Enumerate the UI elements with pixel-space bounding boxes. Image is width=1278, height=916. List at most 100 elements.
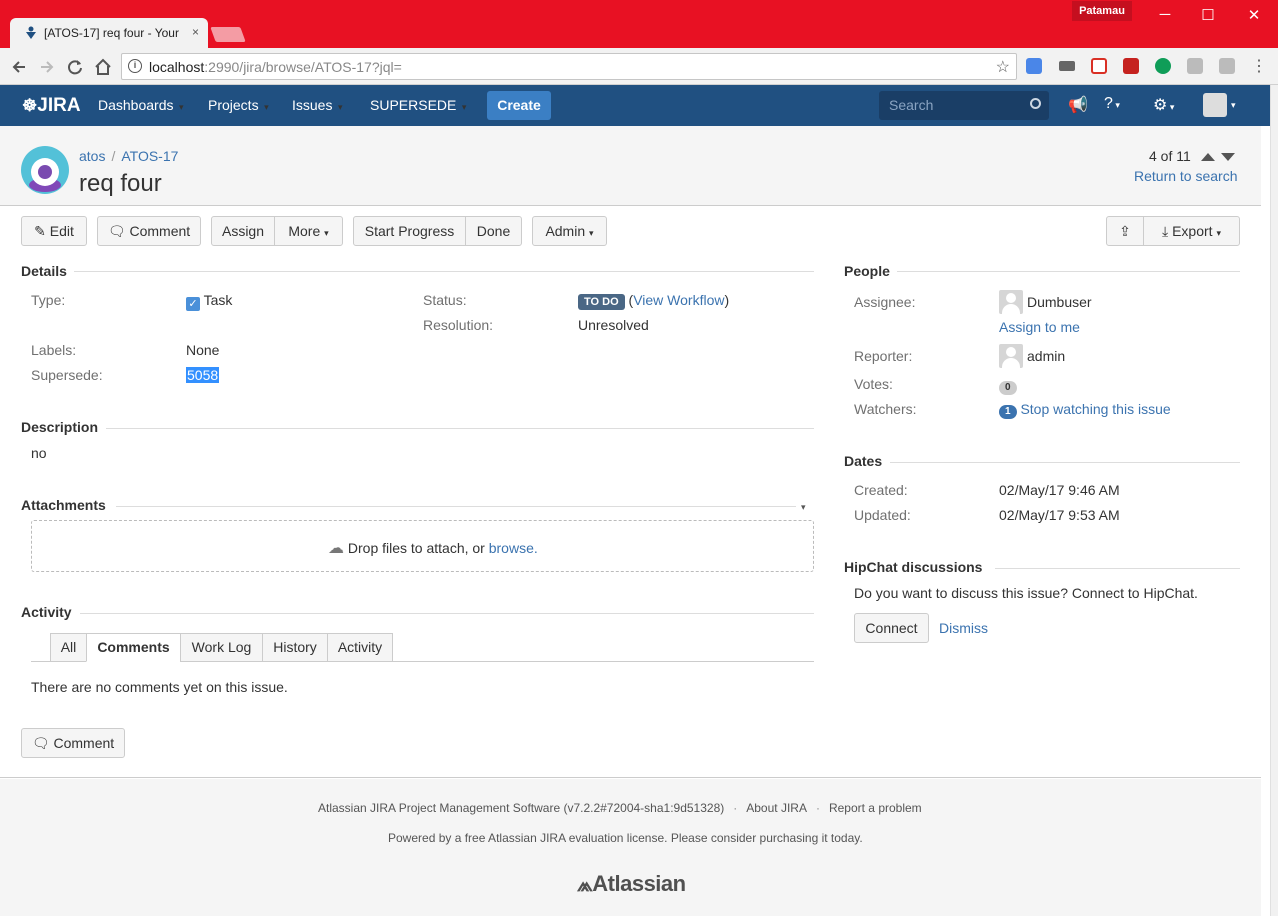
view-workflow-link[interactable]: View Workflow — [633, 292, 724, 308]
assignee-value[interactable]: Dumbuser — [1027, 294, 1092, 310]
next-issue-icon[interactable] — [1220, 153, 1235, 162]
votes-badge: 0 — [999, 381, 1017, 395]
home-icon[interactable] — [93, 57, 113, 77]
reporter-avatar — [999, 344, 1023, 368]
address-bar[interactable]: i localhost:2990/jira/browse/ATOS-17?jql… — [121, 53, 1017, 80]
browser-tab[interactable]: [ATOS-17] req four - Your × — [10, 18, 208, 49]
labels-value[interactable]: None — [186, 342, 219, 358]
assign-button[interactable]: Assign — [211, 216, 275, 246]
previous-issue-icon[interactable] — [1200, 153, 1215, 162]
reload-icon[interactable] — [65, 57, 85, 77]
site-info-icon[interactable]: i — [128, 59, 142, 73]
assign-to-me-link[interactable]: Assign to me — [999, 319, 1080, 335]
start-progress-button[interactable]: Start Progress — [353, 216, 466, 246]
gmail-extension-icon[interactable] — [1091, 58, 1107, 74]
description-heading[interactable]: Description — [21, 419, 98, 435]
return-to-search-link[interactable]: Return to search — [1134, 168, 1238, 184]
nav-issues[interactable]: Issues ▾ — [292, 97, 343, 113]
reporter-label: Reporter: — [854, 348, 913, 364]
dismiss-link[interactable]: Dismiss — [939, 620, 988, 636]
done-button[interactable]: Done — [465, 216, 522, 246]
footer-software-link[interactable]: Atlassian JIRA Project Management Softwa… — [318, 801, 724, 815]
no-comments-text: There are no comments yet on this issue. — [31, 679, 288, 695]
jira-logo[interactable]: ☸JIRA — [22, 95, 81, 117]
reporter-value[interactable]: admin — [1027, 348, 1065, 364]
hangouts-extension-icon[interactable] — [1155, 58, 1171, 74]
settings-gear-icon[interactable]: ⚙ ▾ — [1153, 95, 1174, 115]
back-icon[interactable] — [9, 57, 29, 77]
tab-history[interactable]: History — [262, 633, 328, 662]
page-scrollbar[interactable] — [1270, 85, 1278, 916]
add-comment-button[interactable]: 🗨 Comment — [21, 728, 125, 758]
tab-close-icon[interactable]: × — [192, 25, 199, 39]
url-text[interactable]: localhost:2990/jira/browse/ATOS-17?jql= — [149, 59, 402, 75]
new-tab-button[interactable] — [210, 27, 246, 42]
forward-icon[interactable] — [37, 57, 57, 77]
tab-comments[interactable]: Comments — [86, 633, 181, 662]
dropbox-extension-icon[interactable] — [1187, 58, 1203, 74]
rss-extension-icon[interactable] — [1219, 58, 1235, 74]
people-heading[interactable]: People — [844, 263, 890, 279]
dates-heading[interactable]: Dates — [844, 453, 882, 469]
hipchat-heading[interactable]: HipChat discussions — [844, 559, 982, 575]
admin-button[interactable]: Admin ▾ — [532, 216, 607, 246]
breadcrumb: atos / ATOS-17 — [79, 148, 179, 164]
book-extension-icon[interactable] — [1123, 58, 1139, 74]
maximize-icon[interactable]: ☐ — [1193, 6, 1223, 24]
translate-extension-icon[interactable] — [1026, 58, 1042, 74]
issue-page: atos / ATOS-17 req four 4 of 11 Return to … — [0, 126, 1261, 778]
nav-projects[interactable]: Projects ▾ — [208, 97, 269, 113]
tab-work-log[interactable]: Work Log — [180, 633, 263, 662]
tab-activity[interactable]: Activity — [327, 633, 393, 662]
activity-heading[interactable]: Activity — [21, 604, 72, 620]
watchers-value[interactable]: 1 Stop watching this issue — [999, 401, 1171, 419]
bookmark-star-icon[interactable]: ☆ — [996, 57, 1010, 77]
chevron-down-icon[interactable]: ▾ — [1231, 100, 1236, 111]
help-icon[interactable]: ? ▾ — [1104, 95, 1120, 113]
stop-watching-link[interactable]: Stop watching this issue — [1020, 401, 1170, 417]
about-jira-link[interactable]: About JIRA — [746, 801, 807, 815]
nav-supersede[interactable]: SUPERSEDE ▾ — [370, 97, 466, 113]
supersede-value[interactable]: 5058 — [186, 367, 220, 383]
search-icon — [1030, 98, 1041, 109]
resolution-label: Resolution: — [423, 317, 494, 333]
profile-name[interactable]: Patamau — [1072, 1, 1132, 21]
more-button[interactable]: More ▾ — [274, 216, 343, 246]
project-avatar[interactable] — [21, 146, 69, 194]
create-button[interactable]: Create — [487, 91, 551, 120]
breadcrumb-project[interactable]: atos — [79, 148, 105, 164]
dates-divider — [890, 462, 1240, 463]
chevron-down-icon: ▾ — [324, 228, 329, 238]
share-button[interactable]: ⇪ — [1106, 216, 1144, 246]
issue-summary[interactable]: req four — [79, 170, 162, 198]
report-problem-link[interactable]: Report a problem — [829, 801, 922, 815]
incognito-extension-icon[interactable] — [1059, 61, 1075, 71]
assignee-avatar — [999, 290, 1023, 314]
attachments-heading[interactable]: Attachments — [21, 497, 106, 513]
nav-dashboards[interactable]: Dashboards ▾ — [98, 97, 184, 113]
task-icon: ✓ — [186, 297, 200, 311]
atlassian-logo[interactable]: ⩕Atlassian — [577, 871, 686, 897]
description-text[interactable]: no — [31, 445, 47, 461]
edit-button[interactable]: ✎ Edit — [21, 216, 87, 246]
user-avatar[interactable] — [1203, 93, 1227, 117]
attachment-dropzone[interactable]: ☁ Drop files to attach, or browse. — [31, 520, 814, 572]
share-icon: ⇪ — [1119, 223, 1131, 239]
chevron-down-icon: ▾ — [459, 102, 467, 112]
comment-button[interactable]: 🗨 Comment — [97, 216, 201, 246]
search-input[interactable]: Search — [879, 91, 1049, 120]
export-button[interactable]: ⤓ Export ▾ — [1143, 216, 1240, 246]
connect-button[interactable]: Connect — [854, 613, 929, 643]
details-heading[interactable]: Details — [21, 263, 67, 279]
minimize-icon[interactable]: ─ — [1150, 6, 1180, 23]
votes-value[interactable]: 0 — [999, 377, 1017, 395]
breadcrumb-issue-key[interactable]: ATOS-17 — [121, 148, 178, 164]
browse-link[interactable]: browse. — [489, 540, 538, 556]
attachments-options-icon[interactable]: ▾ — [801, 502, 806, 513]
tab-all[interactable]: All — [50, 633, 87, 662]
browser-menu-icon[interactable]: ⋮ — [1249, 56, 1269, 76]
announcement-icon[interactable]: 📢 — [1068, 95, 1088, 115]
chevron-down-icon: ▾ — [176, 102, 184, 112]
close-window-icon[interactable]: ✕ — [1239, 6, 1269, 24]
type-value: ✓ Task — [186, 292, 232, 311]
